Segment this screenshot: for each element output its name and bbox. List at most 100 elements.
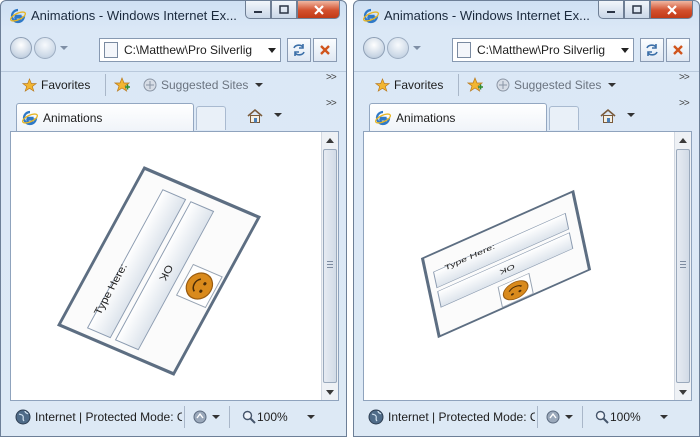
thumb-grip	[327, 264, 333, 265]
home-dropdown[interactable]	[627, 113, 635, 117]
back-button[interactable]	[10, 37, 32, 59]
status-bar: Internet | Protected Mode: Off 100%	[354, 402, 699, 432]
new-tab-button[interactable]	[549, 106, 579, 130]
title-bar[interactable]: Animations - Windows Internet Ex...	[1, 1, 346, 31]
thumb-grip	[680, 264, 686, 265]
ok-button-label: OK	[156, 263, 175, 283]
protected-mode-dropdown[interactable]	[212, 415, 220, 419]
window-title: Animations - Windows Internet Ex...	[31, 8, 237, 23]
scroll-down-button[interactable]	[675, 384, 691, 400]
browser-window-2: Animations - Windows Internet Ex... C:\M…	[353, 0, 700, 437]
tab-animations[interactable]: Animations	[16, 103, 194, 131]
scrollbar-thumb[interactable]	[323, 149, 337, 383]
scrollbar-thumb[interactable]	[676, 149, 690, 383]
favorites-bar: >> Favorites Suggested Sites	[354, 71, 699, 98]
maximize-icon	[279, 5, 289, 14]
suggested-sites-button[interactable]: Suggested Sites	[161, 78, 248, 92]
refresh-button[interactable]	[287, 38, 311, 62]
ok-button-label: OK	[498, 261, 516, 276]
animated-panel: Type Here: OK	[56, 166, 262, 376]
minimize-icon	[607, 10, 615, 13]
protected-mode-icon[interactable]	[192, 409, 208, 425]
globe-icon	[15, 409, 31, 425]
navigation-bar: C:\Matthew\Pro Silverlig	[354, 33, 699, 63]
vertical-scrollbar[interactable]	[674, 132, 691, 400]
tab-ie-logo-icon	[375, 110, 391, 126]
zoom-dropdown[interactable]	[307, 415, 315, 419]
arrow-up-icon	[679, 137, 687, 143]
address-bar[interactable]: C:\Matthew\Pro Silverlig	[452, 38, 634, 62]
zoom-dropdown[interactable]	[660, 415, 668, 419]
home-dropdown[interactable]	[274, 113, 282, 117]
home-icon[interactable]	[599, 107, 617, 125]
navigation-bar: C:\Matthew\Pro Silverlig	[1, 33, 346, 63]
maximize-icon	[632, 5, 642, 14]
close-button[interactable]	[650, 1, 693, 19]
window-title: Animations - Windows Internet Ex...	[384, 8, 590, 23]
ie-logo-icon	[363, 8, 379, 24]
close-icon	[313, 4, 324, 15]
maximize-button[interactable]	[624, 1, 650, 19]
address-input[interactable]: C:\Matthew\Pro Silverlig	[477, 43, 617, 57]
animated-panel: Type Here: OK	[420, 189, 592, 339]
close-icon	[666, 4, 677, 15]
input-label: Type Here:	[92, 262, 130, 317]
smiley-icon	[185, 272, 214, 300]
ie-logo-icon	[10, 8, 26, 24]
scroll-down-button[interactable]	[322, 384, 338, 400]
refresh-icon	[293, 44, 305, 56]
favorites-button[interactable]: Favorites	[394, 78, 443, 92]
scroll-up-button[interactable]	[322, 132, 338, 148]
zoom-level[interactable]: 100%	[610, 410, 641, 424]
protected-mode-dropdown[interactable]	[565, 415, 573, 419]
security-zone-status[interactable]: Internet | Protected Mode: Off	[388, 410, 535, 424]
tab-bar: Animations >>	[1, 98, 346, 131]
page-content: Type Here: OK	[10, 131, 339, 401]
recent-pages-dropdown[interactable]	[413, 46, 421, 50]
suggested-sites-button[interactable]: Suggested Sites	[514, 78, 601, 92]
security-zone-status[interactable]: Internet | Protected Mode: Off	[35, 410, 182, 424]
star-icon	[22, 78, 37, 92]
command-bar-chevron-icon[interactable]: >>	[326, 98, 337, 109]
address-dropdown[interactable]	[268, 48, 276, 53]
refresh-button[interactable]	[640, 38, 664, 62]
address-bar[interactable]: C:\Matthew\Pro Silverlig	[99, 38, 281, 62]
stop-button[interactable]	[666, 38, 690, 62]
add-favorite-icon[interactable]	[114, 77, 130, 93]
command-bar-chevron-icon[interactable]: >>	[679, 98, 690, 109]
stop-icon	[673, 45, 683, 55]
arrow-down-icon	[679, 389, 687, 395]
tab-animations[interactable]: Animations	[369, 103, 547, 131]
smiley-image-frame	[175, 263, 223, 309]
scroll-up-button[interactable]	[675, 132, 691, 148]
home-icon[interactable]	[246, 107, 264, 125]
new-tab-button[interactable]	[196, 106, 226, 130]
star-icon	[375, 78, 390, 92]
thumb-grip	[680, 261, 686, 262]
status-divider	[229, 406, 230, 428]
refresh-icon	[646, 44, 658, 56]
suggested-sites-dropdown[interactable]	[608, 83, 616, 87]
minimize-button[interactable]	[245, 1, 271, 19]
suggested-sites-dropdown[interactable]	[255, 83, 263, 87]
favorites-bar-chevron-icon[interactable]: >>	[679, 72, 690, 83]
back-button[interactable]	[363, 37, 385, 59]
globe-icon	[368, 409, 384, 425]
favorites-bar-chevron-icon[interactable]: >>	[326, 72, 337, 83]
favorites-button[interactable]: Favorites	[41, 78, 90, 92]
recent-pages-dropdown[interactable]	[60, 46, 68, 50]
maximize-button[interactable]	[271, 1, 297, 19]
forward-button[interactable]	[387, 37, 409, 59]
caption-buttons	[245, 1, 340, 20]
title-bar[interactable]: Animations - Windows Internet Ex...	[354, 1, 699, 31]
minimize-button[interactable]	[598, 1, 624, 19]
protected-mode-icon[interactable]	[545, 409, 561, 425]
add-favorite-icon[interactable]	[467, 77, 483, 93]
address-dropdown[interactable]	[621, 48, 629, 53]
forward-button[interactable]	[34, 37, 56, 59]
vertical-scrollbar[interactable]	[321, 132, 338, 400]
close-button[interactable]	[297, 1, 340, 19]
address-input[interactable]: C:\Matthew\Pro Silverlig	[124, 43, 264, 57]
stop-button[interactable]	[313, 38, 337, 62]
zoom-level[interactable]: 100%	[257, 410, 288, 424]
